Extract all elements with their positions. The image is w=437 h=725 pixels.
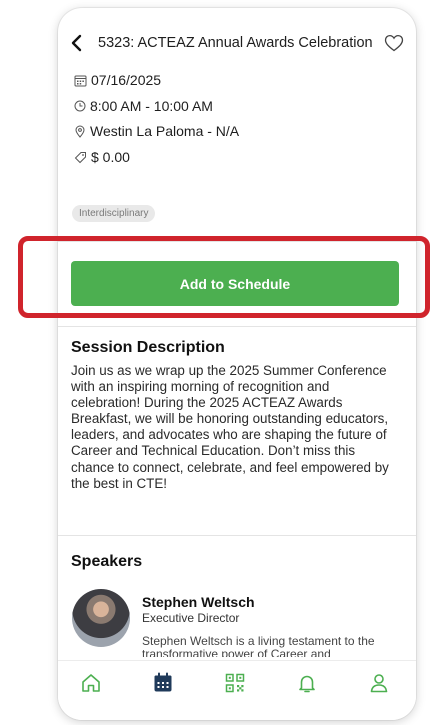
speaker-name[interactable]: Stephen Weltsch — [142, 594, 255, 610]
back-icon[interactable] — [70, 34, 84, 52]
page-title: 5323: ACTEAZ Annual Awards Celebration — [98, 35, 373, 51]
price-text: $ 0.00 — [91, 149, 130, 165]
time-text: 8:00 AM - 10:00 AM — [90, 98, 213, 114]
bottom-tab-bar — [58, 660, 416, 720]
calendar-icon[interactable] — [151, 671, 175, 695]
divider — [58, 241, 416, 242]
location-text: Westin La Paloma - N/A — [90, 123, 240, 139]
event-price: $ 0.00 — [74, 149, 130, 165]
event-time: 8:00 AM - 10:00 AM — [74, 98, 213, 114]
qr-code-icon[interactable] — [223, 671, 247, 695]
calendar-icon — [74, 75, 87, 86]
category-tag: Interdisciplinary — [72, 205, 156, 222]
event-location: Westin La Paloma - N/A — [74, 123, 239, 139]
speaker-bio: Stephen Weltsch is a living testament to… — [142, 635, 375, 657]
home-icon[interactable] — [79, 671, 103, 695]
user-icon[interactable] — [367, 671, 391, 695]
date-text: 07/16/2025 — [91, 72, 162, 88]
event-date: 07/16/2025 — [74, 72, 161, 88]
divider — [58, 535, 416, 536]
location-pin-icon — [75, 125, 85, 138]
add-to-schedule-button[interactable]: Add to Schedule — [71, 261, 399, 306]
divider — [58, 326, 416, 327]
bell-icon[interactable] — [295, 671, 319, 695]
speaker-role: Executive Director — [142, 611, 240, 625]
session-description-heading: Session Description — [71, 339, 225, 356]
clock-icon — [74, 100, 86, 112]
speakers-heading: Speakers — [71, 553, 143, 570]
speaker-avatar[interactable] — [72, 589, 130, 647]
session-description-text: Join us as we wrap up the 2025 Summer Co… — [71, 363, 389, 491]
heart-icon[interactable] — [384, 34, 404, 52]
price-tag-icon — [74, 151, 86, 163]
phone-frame: 5323: ACTEAZ Annual Awards Celebration 0… — [58, 8, 416, 720]
header: 5323: ACTEAZ Annual Awards Celebration — [58, 28, 416, 58]
